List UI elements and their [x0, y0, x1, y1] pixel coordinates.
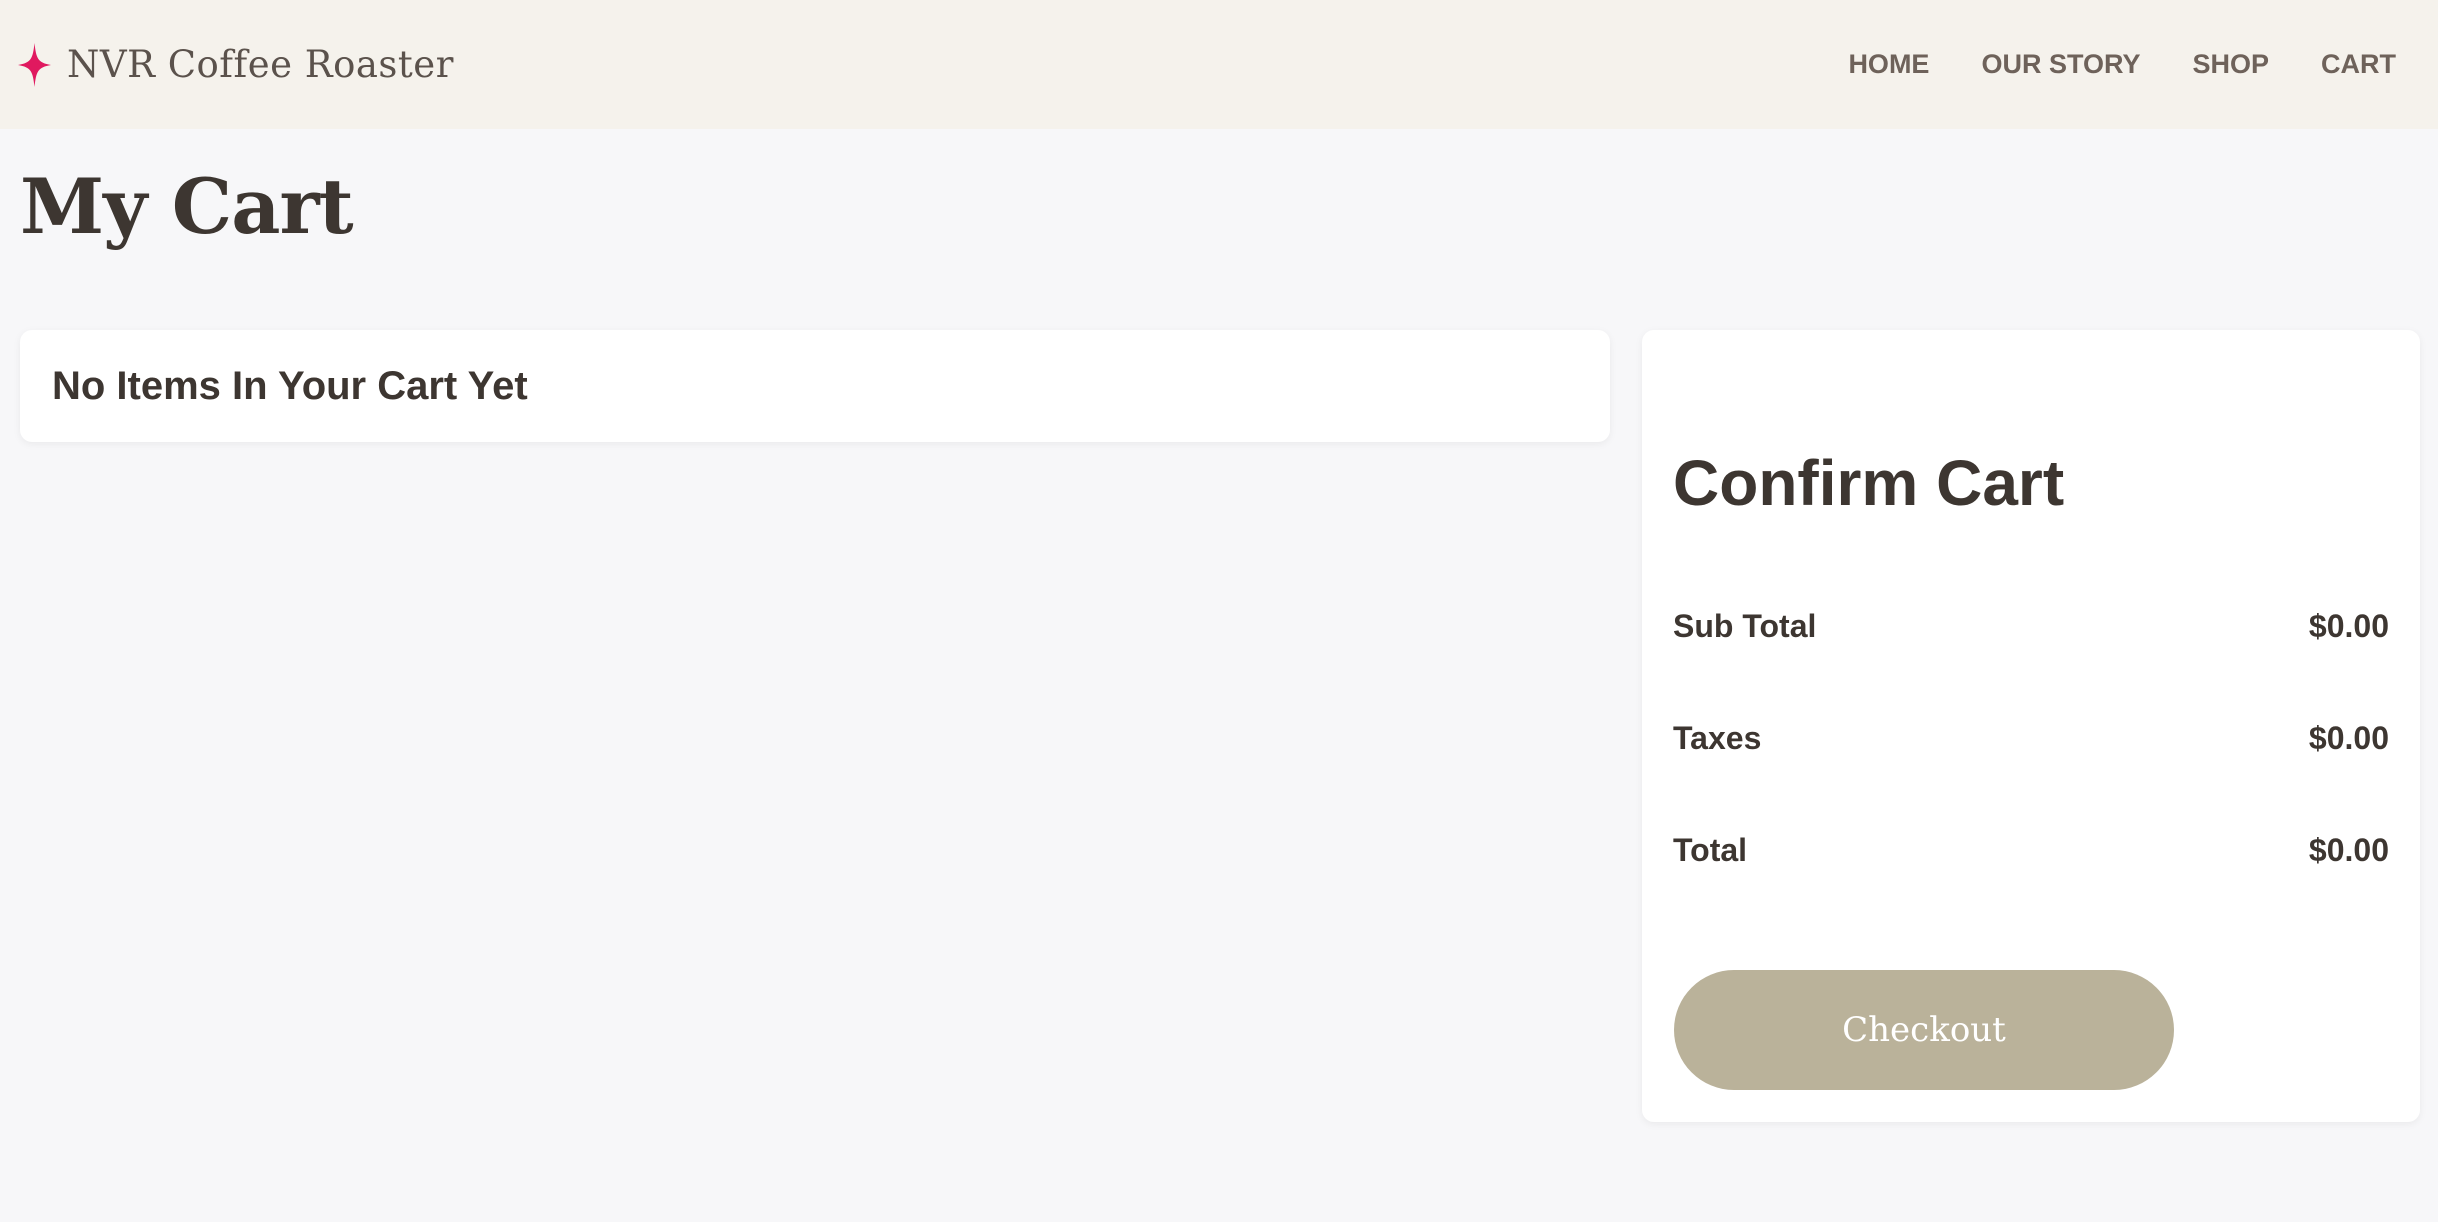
nav-our-story-link[interactable]: OUR STORY	[1981, 49, 2140, 80]
taxes-row: Taxes $0.00	[1673, 716, 2389, 760]
nav-home-link[interactable]: HOME	[1848, 49, 1929, 80]
summary-title: Confirm Cart	[1673, 447, 2065, 519]
nav-shop-link[interactable]: SHOP	[2192, 49, 2269, 80]
page-title: My Cart	[20, 162, 354, 251]
total-label: Total	[1673, 831, 1748, 868]
sparkle-icon	[18, 42, 51, 87]
taxes-value: $0.00	[2308, 719, 2389, 756]
cart-items-panel: No Items In Your Cart Yet	[20, 330, 1610, 442]
site-header: NVR Coffee Roaster HOME OUR STORY SHOP C…	[0, 0, 2438, 129]
subtotal-value: $0.00	[2308, 607, 2389, 644]
subtotal-row: Sub Total $0.00	[1673, 604, 2389, 648]
empty-cart-message: No Items In Your Cart Yet	[52, 363, 528, 408]
brand-name: NVR Coffee Roaster	[67, 43, 454, 86]
taxes-label: Taxes	[1673, 719, 1762, 756]
nav-cart-link[interactable]: CART	[2321, 49, 2396, 80]
main-nav: HOME OUR STORY SHOP CART	[1796, 49, 2396, 80]
subtotal-label: Sub Total	[1673, 607, 1817, 644]
total-value: $0.00	[2308, 831, 2389, 868]
brand-logo[interactable]: NVR Coffee Roaster	[18, 42, 454, 87]
cart-summary-panel: Confirm Cart Sub Total $0.00 Taxes $0.00…	[1642, 330, 2420, 1122]
checkout-button[interactable]: Checkout	[1674, 970, 2174, 1090]
total-row: Total $0.00	[1673, 828, 2389, 872]
